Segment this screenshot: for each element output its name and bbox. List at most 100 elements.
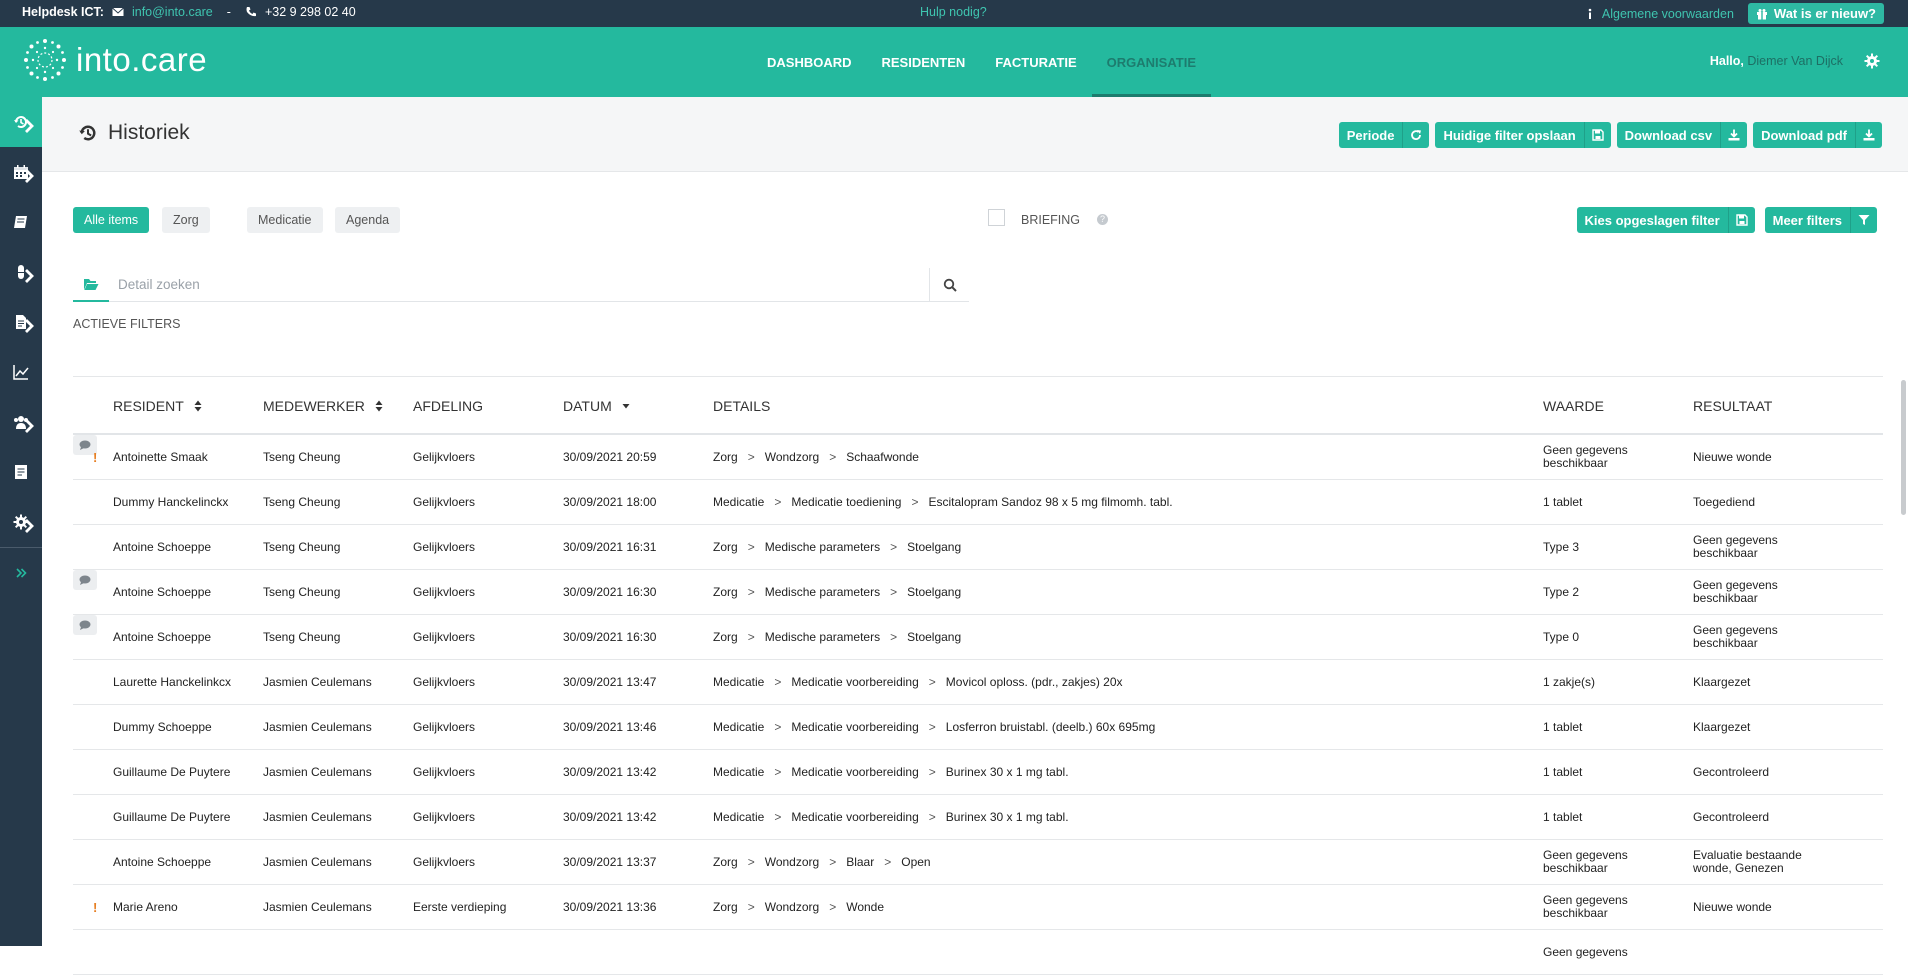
cell-afdeling: Gelijkvloers: [413, 494, 476, 509]
refresh-icon: [1411, 130, 1422, 141]
cell-medewerker: Jasmien Ceulemans: [263, 899, 372, 914]
briefing-checkbox[interactable]: [988, 209, 1005, 226]
filter-chip-medicatie[interactable]: Medicatie: [247, 207, 323, 233]
nav-dashboard[interactable]: DASHBOARD: [752, 27, 867, 97]
gear-icon[interactable]: [1864, 53, 1880, 69]
period-label: Periode: [1339, 122, 1404, 148]
table-row[interactable]: Guillaume De Puytere Jasmien Ceulemans Gel…: [73, 750, 1883, 795]
logo-text: into.care: [76, 41, 208, 78]
download-pdf-button[interactable]: Download pdf: [1753, 122, 1882, 148]
filter-chip-zorg[interactable]: Zorg: [162, 207, 210, 233]
comment-button[interactable]: [73, 570, 97, 590]
sidebar-item-medication[interactable]: [0, 247, 42, 297]
sidebar-item-calendar[interactable]: [0, 147, 42, 197]
cell-datum: 30/09/2021 20:59: [563, 449, 657, 464]
cell-resultaat: Toegediend: [1693, 494, 1756, 509]
column-header-medewerker[interactable]: MEDEWERKER: [263, 398, 383, 414]
cell-medewerker: Tseng Cheung: [263, 629, 341, 644]
detail-crumb: Movicol oploss. (pdr., zakjes) 20x: [945, 674, 1123, 689]
filter-icon: [1858, 215, 1870, 225]
cell-datum: 30/09/2021 16:30: [563, 629, 657, 644]
cell-resident: Dummy Hanckelinckx: [113, 494, 229, 509]
sidebar-item-settings[interactable]: [0, 497, 42, 547]
table-row[interactable]: ! Marie Areno Jasmien Ceulemans Eerste verd…: [73, 885, 1883, 930]
cell-afdeling: Gelijkvloers: [413, 719, 476, 734]
sidebar-item-book[interactable]: [0, 197, 42, 247]
sidebar-item-history[interactable]: [0, 97, 42, 147]
table-row[interactable]: Antoine Schoeppe Tseng Cheung Gelijkvloers…: [73, 525, 1883, 570]
table-row[interactable]: ! Antoinette Smaak Tseng Cheung Gelijkvloer…: [73, 435, 1883, 480]
detail-crumb: Schaafwonde: [846, 449, 919, 464]
cell-medewerker: Jasmien Ceulemans: [263, 809, 372, 824]
user-greeting[interactable]: Hallo, Diemer Van Dijck: [1710, 54, 1843, 68]
sidebar-expand-button[interactable]: [0, 548, 42, 598]
saved-filter-label: Kies opgeslagen filter: [1577, 207, 1729, 233]
cell-details: Medicatie > Medicatie voorbereiding > Movico…: [713, 660, 1123, 704]
saved-filter-button[interactable]: Kies opgeslagen filter: [1576, 207, 1755, 233]
page-title: Historiek: [78, 121, 190, 145]
breadcrumb-separator: >: [747, 449, 755, 464]
scrollbar[interactable]: [1901, 380, 1906, 515]
folder-toggle[interactable]: [73, 268, 109, 302]
helpdesk-email-link[interactable]: info@into.care: [132, 5, 213, 19]
cell-afdeling: Gelijkvloers: [413, 674, 476, 689]
cell-waarde: Geen gegevens: [1543, 944, 1628, 959]
table-row[interactable]: Antoine Schoeppe Tseng Cheung Gelijkvloers…: [73, 570, 1883, 615]
cell-afdeling: Gelijkvloers: [413, 539, 476, 554]
cell-details: Zorg > Wondzorg > Schaafwonde: [713, 435, 919, 479]
cell-details: Medicatie > Medicatie voorbereiding > Losfer…: [713, 705, 1155, 749]
table-row[interactable]: Laurette Hanckelinkcx Jasmien Ceulemans Ge…: [73, 660, 1883, 705]
nav-facturatie[interactable]: FACTURATIE: [980, 27, 1091, 97]
period-button[interactable]: Periode: [1338, 122, 1430, 148]
sidebar-item-users[interactable]: [0, 397, 42, 447]
detail-crumb: Medicatie voorbereiding: [791, 674, 919, 689]
cell-medewerker: Jasmien Ceulemans: [263, 764, 372, 779]
help-icon[interactable]: ?: [1097, 214, 1108, 225]
table-row[interactable]: Antoine Schoeppe Tseng Cheung Gelijkvloers…: [73, 615, 1883, 660]
cell-afdeling: Gelijkvloers: [413, 809, 476, 824]
breadcrumb-separator: >: [774, 719, 782, 734]
breadcrumb-separator: >: [911, 494, 919, 509]
cell-details: Medicatie > Medicatie voorbereiding > Burine…: [713, 795, 1069, 839]
logo[interactable]: into.care: [22, 37, 207, 83]
nav-organisatie[interactable]: ORGANISATIE: [1091, 27, 1211, 97]
table-row[interactable]: Antoine Schoeppe Jasmien Ceulemans Gelijkv…: [73, 840, 1883, 885]
table-divider: [73, 376, 1883, 377]
column-label: AFDELING: [413, 398, 484, 414]
table-row[interactable]: Geen gegevens: [73, 930, 1883, 975]
help-link[interactable]: Hulp nodig?: [920, 5, 987, 19]
sidebar-item-reports[interactable]: [0, 447, 42, 497]
breadcrumb-separator: >: [890, 584, 898, 599]
sidebar-item-statistics[interactable]: [0, 347, 42, 397]
column-header-resident[interactable]: RESIDENT: [113, 398, 202, 414]
cell-resultaat: Nieuwe wonde: [1693, 449, 1772, 464]
nav-residenten[interactable]: RESIDENTEN: [867, 27, 981, 97]
cell-resident: Antoinette Smaak: [113, 449, 208, 464]
filter-chip-all[interactable]: Alle items: [73, 207, 150, 233]
breadcrumb-separator: >: [928, 674, 936, 689]
download-icon: [1863, 129, 1875, 141]
table-row[interactable]: Guillaume De Puytere Jasmien Ceulemans Gel…: [73, 795, 1883, 840]
sidebar-item-documents[interactable]: [0, 297, 42, 347]
cell-medewerker: Jasmien Ceulemans: [263, 719, 372, 734]
detail-crumb: Wondzorg: [764, 854, 820, 869]
download-csv-button[interactable]: Download csv: [1616, 122, 1748, 148]
cell-details: Zorg > Medische parameters > Stoelgang: [713, 570, 961, 614]
search-input[interactable]: Detail zoeken: [118, 277, 200, 292]
whats-new-button[interactable]: Wat is er nieuw?: [1747, 3, 1884, 24]
search-button[interactable]: [929, 268, 969, 302]
chart-icon: [13, 365, 29, 380]
more-filters-button[interactable]: Meer filters: [1764, 207, 1877, 233]
detail-crumb: Blaar: [846, 854, 875, 869]
table-row[interactable]: Dummy Hanckelinckx Tseng Cheung Gelijkvloe…: [73, 480, 1883, 525]
comment-button[interactable]: [73, 615, 97, 635]
terms-link[interactable]: Algemene voorwaarden: [1602, 7, 1734, 21]
filter-chip-agenda[interactable]: Agenda: [335, 207, 401, 233]
breadcrumb-separator: >: [774, 809, 782, 824]
download-csv-label: Download csv: [1617, 122, 1722, 148]
cell-waarde: 1 tablet: [1543, 494, 1583, 509]
cell-afdeling: Gelijkvloers: [413, 629, 476, 644]
table-row[interactable]: Dummy Schoeppe Jasmien Ceulemans Gelijkvlo…: [73, 705, 1883, 750]
save-filter-button[interactable]: Huidige filter opslaan: [1435, 122, 1611, 148]
column-header-datum[interactable]: DATUM: [563, 398, 630, 414]
